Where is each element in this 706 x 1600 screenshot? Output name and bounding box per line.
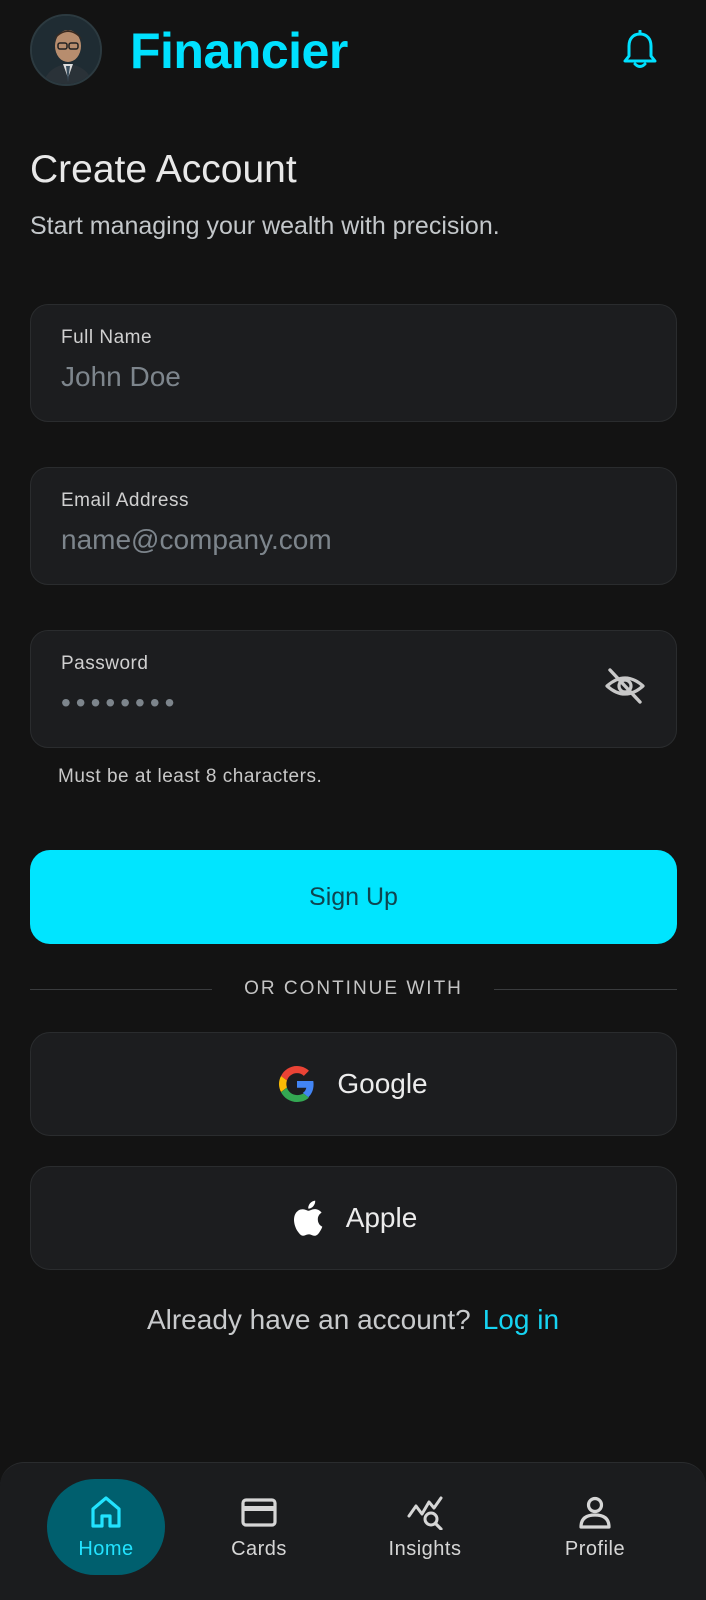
apple-label: Apple [345, 1202, 418, 1233]
google-icon [279, 1066, 314, 1102]
eye-off-icon [605, 668, 645, 704]
apple-sign-in-button[interactable]: Apple [30, 1166, 677, 1270]
nav-profile-label: Profile [564, 1537, 626, 1560]
google-label: Google [337, 1068, 428, 1099]
nav-cards[interactable]: Cards [200, 1479, 318, 1575]
or-divider: OR CONTINUE WITH [30, 976, 677, 1002]
sign-up-label: Sign Up [309, 882, 398, 911]
bell-icon [623, 29, 657, 68]
password-hint: Must be at least 8 characters. [58, 766, 323, 787]
nav-insights-label: Insights [388, 1537, 462, 1560]
brand-title: Financier [130, 23, 348, 79]
sign-up-button[interactable]: Sign Up [30, 850, 677, 944]
password-label: Password [61, 653, 149, 674]
nav-cards-label: Cards [231, 1537, 287, 1560]
divider-line-right [494, 989, 677, 990]
log-in-link[interactable]: Log in [483, 1304, 559, 1335]
page-subtitle: Start managing your wealth with precisio… [30, 212, 500, 240]
full-name-field[interactable]: Full Name John Doe [30, 304, 677, 422]
full-name-input[interactable]: John Doe [61, 361, 181, 393]
user-photo-icon [32, 16, 100, 84]
toggle-password-visibility-button[interactable] [604, 665, 646, 707]
app-header: Financier [0, 0, 706, 100]
full-name-label: Full Name [61, 327, 153, 348]
insights-icon [407, 1496, 443, 1530]
home-icon [91, 1495, 121, 1528]
login-prompt: Already have an account? Log in [0, 1304, 706, 1336]
login-prompt-text: Already have an account? [146, 1304, 471, 1335]
nav-insights[interactable]: Insights [366, 1479, 484, 1575]
password-field[interactable]: Password •••••••• [30, 630, 677, 748]
nav-profile[interactable]: Profile [536, 1479, 654, 1575]
profile-icon [579, 1496, 611, 1529]
page-title: Create Account [30, 148, 297, 191]
email-field[interactable]: Email Address name@company.com [30, 467, 677, 585]
email-label: Email Address [61, 490, 189, 511]
google-sign-in-button[interactable]: Google [30, 1032, 677, 1136]
email-input[interactable]: name@company.com [61, 524, 332, 556]
nav-home[interactable]: Home [47, 1479, 165, 1575]
apple-icon [293, 1200, 322, 1236]
notification-button[interactable] [622, 29, 658, 70]
password-input[interactable]: •••••••• [61, 687, 179, 719]
bottom-nav: Home Cards Insights Profile [0, 1462, 706, 1600]
nav-home-label: Home [78, 1537, 134, 1560]
card-icon [241, 1497, 277, 1527]
avatar[interactable] [30, 14, 102, 86]
